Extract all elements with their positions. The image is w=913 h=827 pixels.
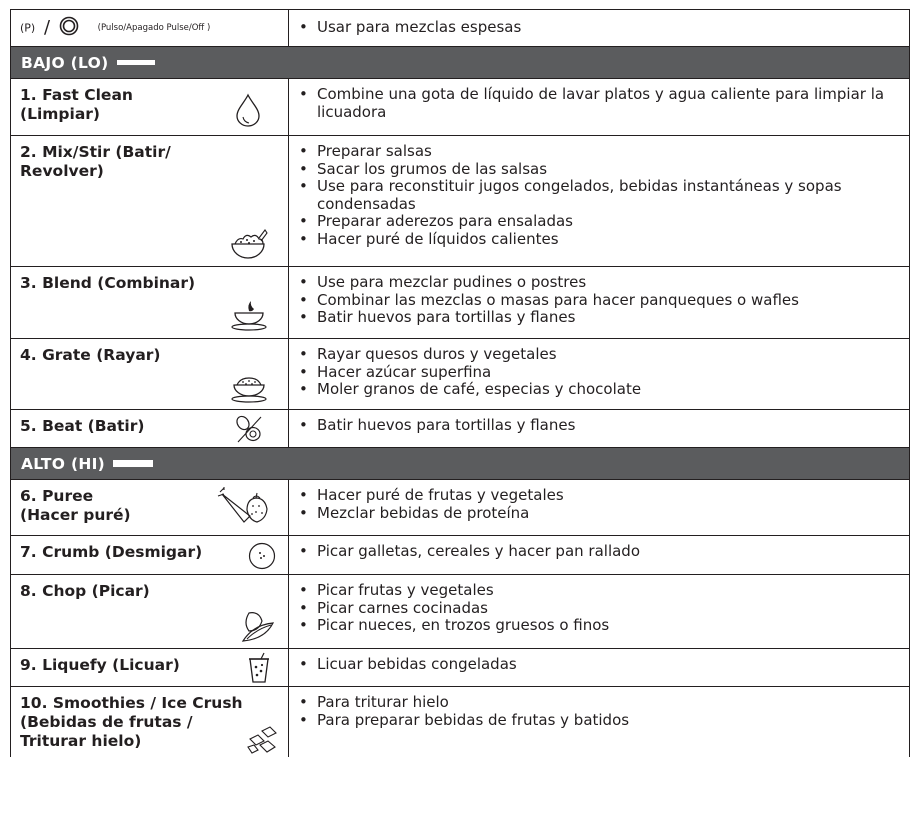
list-item: Picar nueces, en trozos gruesos o finos [289, 616, 901, 635]
blender-settings-table: (P) / (Pulso/Apagado Pulse/Off ) Usar pa… [10, 9, 910, 757]
speed-low-bar-icon [116, 59, 155, 65]
table-row: 9. Liquefy (Licuar) Licuar bebidas conge… [10, 648, 910, 687]
list-item: Rayar quesos duros y vegetales [289, 345, 901, 364]
table-row: 4. Grate (Rayar) Rayar quesos duros y ve… [10, 338, 910, 410]
list-item: Batir huevos para tortillas y flanes [289, 416, 901, 435]
pudding-bowl-icon [229, 299, 269, 331]
list-item: Use para reconstituir jugos congelados, … [289, 177, 901, 213]
list-item: Usar para mezclas espesas [289, 18, 901, 37]
pulse-slash: / [44, 16, 51, 38]
list-item: Mezclar bebidas de proteína [289, 504, 901, 523]
pulse-uses: Usar para mezclas espesas [288, 9, 910, 47]
salad-bowl-icon [229, 228, 269, 262]
pulse-off-label: (Pulso/Apagado Pulse/Off ) [97, 23, 211, 33]
eggs-icon [233, 414, 265, 444]
grated-bowl-icon [229, 371, 269, 403]
vegetables-icon [239, 607, 277, 645]
list-item: Preparar aderezos para ensaladas [289, 212, 901, 231]
setting-name: 4. Grate (Rayar) [20, 346, 161, 364]
list-item: Para triturar hielo [289, 693, 901, 712]
water-drop-icon [233, 93, 263, 127]
table-row: 6. Puree (Hacer puré) Hacer puré de frut… [10, 479, 910, 536]
setting-name: 2. Mix/Stir (Batir/ Revolver) [20, 143, 171, 180]
table-row: 2. Mix/Stir (Batir/ Revolver) Preparar s… [10, 135, 910, 267]
table-row: 3. Blend (Combinar) Use para mezclar pud… [10, 266, 910, 339]
list-item: Para preparar bebidas de frutas y batido… [289, 711, 901, 730]
table-row: 5. Beat (Batir) Batir huevos para tortil… [10, 409, 910, 448]
section-hi-title: ALTO (HI) [21, 454, 106, 473]
list-item: Preparar salsas [289, 142, 901, 161]
table-row: 1. Fast Clean (Limpiar) Combine una gota… [10, 78, 910, 136]
list-item: Sacar los grumos de las salsas [289, 160, 901, 179]
list-item: Moler granos de café, especias y chocola… [289, 380, 901, 399]
list-item: Picar carnes cocinadas [289, 599, 901, 618]
list-item: Batir huevos para tortillas y flanes [289, 308, 901, 327]
list-item: Licuar bebidas congeladas [289, 655, 901, 674]
table-row: 10. Smoothies / Ice Crush (Bebidas de fr… [10, 686, 910, 757]
list-item: Combine una gota de líquido de lavar pla… [289, 85, 901, 121]
fruit-vegetable-icon [216, 486, 272, 528]
list-item: Hacer puré de líquidos calientes [289, 230, 901, 249]
setting-name: 3. Blend (Combinar) [20, 274, 196, 292]
table-row: 7. Crumb (Desmigar) Picar galletas, cere… [10, 535, 910, 575]
list-item: Picar galletas, cereales y hacer pan ral… [289, 542, 901, 561]
list-item: Use para mezclar pudines o postres [289, 273, 901, 292]
section-lo: BAJO (LO) [10, 46, 910, 79]
list-item: Combinar las mezclas o masas para hacer … [289, 291, 901, 310]
table-row: 8. Chop (Picar) Picar frutas y vegetales… [10, 574, 910, 649]
drink-cup-icon [247, 652, 271, 684]
pulse-cell: (P) / (Pulso/Apagado Pulse/Off ) [10, 9, 289, 47]
list-item: Hacer puré de frutas y vegetales [289, 486, 901, 505]
pulse-icon: (P) [20, 21, 36, 35]
list-item: Hacer azúcar superfina [289, 363, 901, 382]
speed-high-bar-icon [113, 459, 154, 467]
section-hi: ALTO (HI) [10, 447, 910, 480]
cookie-icon [247, 541, 277, 571]
ice-cubes-icon [246, 725, 280, 755]
pulse-row: (P) / (Pulso/Apagado Pulse/Off ) Usar pa… [10, 9, 910, 47]
power-off-icon [59, 16, 79, 40]
setting-name: 8. Chop (Picar) [20, 582, 150, 600]
list-item: Picar frutas y vegetales [289, 581, 901, 600]
section-lo-title: BAJO (LO) [21, 53, 109, 72]
